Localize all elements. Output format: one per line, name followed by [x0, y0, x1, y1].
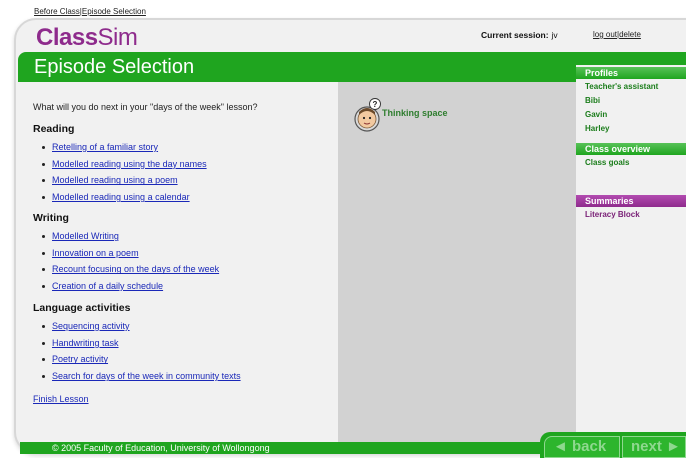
- sidebar-item-literacy-block[interactable]: Literacy Block: [585, 210, 640, 220]
- account-links: log out|delete: [593, 30, 641, 39]
- list-item: Innovation on a poem: [42, 247, 219, 264]
- section-heading-language: Language activities: [33, 302, 131, 314]
- episode-link-recount[interactable]: Recount focusing on the days of the week: [52, 264, 219, 274]
- sidebar-item-bibi[interactable]: Bibi: [585, 96, 600, 106]
- sidebar-heading-summaries: Summaries: [576, 195, 686, 207]
- episode-link-poetry[interactable]: Poetry activity: [52, 354, 108, 364]
- list-item: Modelled reading using a calendar: [42, 191, 207, 208]
- list-item: Sequencing activity: [42, 320, 241, 337]
- current-session: Current session: jv: [481, 30, 558, 40]
- delete-link[interactable]: delete: [619, 30, 641, 39]
- next-button[interactable]: next ►: [622, 436, 686, 458]
- episode-link-community-texts[interactable]: Search for days of the week in community…: [52, 371, 241, 381]
- sidebar-heading-class-overview: Class overview: [576, 143, 686, 155]
- episode-link-modelled-writing[interactable]: Modelled Writing: [52, 231, 119, 241]
- svg-text:?: ?: [373, 100, 378, 109]
- episode-link-poem-reading[interactable]: Modelled reading using a poem: [52, 175, 178, 185]
- sidebar-item-teachers-assistant[interactable]: Teacher's assistant: [585, 82, 658, 92]
- episode-link-daily-schedule[interactable]: Creation of a daily schedule: [52, 281, 163, 291]
- finish-lesson-link[interactable]: Finish Lesson: [33, 394, 89, 404]
- session-value: jv: [551, 30, 558, 40]
- list-item: Retelling of a familiar story: [42, 141, 207, 158]
- logo-light: Sim: [97, 24, 138, 51]
- logo-bold: Class: [36, 24, 98, 51]
- section-heading-writing: Writing: [33, 212, 69, 224]
- episode-content-panel: What will you do next in your "days of t…: [20, 82, 338, 442]
- nav-buttons: ◄ back next ►: [540, 432, 686, 458]
- reading-list: Retelling of a familiar story Modelled r…: [42, 141, 207, 208]
- copyright-text: © 2005 Faculty of Education, University …: [52, 443, 270, 453]
- logout-link[interactable]: log out: [593, 30, 617, 39]
- thinking-face-icon[interactable]: ?: [354, 98, 384, 134]
- list-item: Recount focusing on the days of the week: [42, 263, 219, 280]
- list-item: Modelled reading using a poem: [42, 174, 207, 191]
- sidebar-item-class-goals[interactable]: Class goals: [585, 158, 629, 168]
- sidebar: Profiles Teacher's assistant Bibi Gavin …: [576, 65, 686, 442]
- thinking-space-label[interactable]: Thinking space: [382, 108, 448, 118]
- page-title: Episode Selection: [34, 56, 195, 78]
- thinking-space-panel: ? Thinking space: [338, 82, 576, 442]
- episode-link-innovation-poem[interactable]: Innovation on a poem: [52, 248, 139, 258]
- episode-link-day-names[interactable]: Modelled reading using the day names: [52, 159, 207, 169]
- language-list: Sequencing activity Handwriting task Poe…: [42, 320, 241, 387]
- list-item: Modelled reading using the day names: [42, 158, 207, 175]
- back-button[interactable]: ◄ back: [544, 436, 620, 458]
- episode-link-sequencing[interactable]: Sequencing activity: [52, 321, 130, 331]
- list-item: Poetry activity: [42, 353, 241, 370]
- sidebar-item-harley[interactable]: Harley: [585, 124, 609, 134]
- breadcrumb-before-class[interactable]: Before Class: [34, 7, 80, 16]
- breadcrumb: Before Class|Episode Selection: [34, 7, 146, 16]
- writing-list: Modelled Writing Innovation on a poem Re…: [42, 230, 219, 297]
- section-heading-reading: Reading: [33, 123, 75, 135]
- list-item: Search for days of the week in community…: [42, 370, 241, 387]
- classsim-logo: ClassSim: [36, 24, 138, 52]
- episode-link-retelling[interactable]: Retelling of a familiar story: [52, 142, 158, 152]
- episode-link-calendar[interactable]: Modelled reading using a calendar: [52, 192, 190, 202]
- lesson-prompt: What will you do next in your "days of t…: [33, 102, 258, 112]
- list-item: Creation of a daily schedule: [42, 280, 219, 297]
- episode-link-handwriting[interactable]: Handwriting task: [52, 338, 119, 348]
- list-item: Handwriting task: [42, 337, 241, 354]
- breadcrumb-episode-selection[interactable]: Episode Selection: [82, 7, 146, 16]
- session-label: Current session:: [481, 30, 549, 40]
- sidebar-item-gavin[interactable]: Gavin: [585, 110, 607, 120]
- list-item: Modelled Writing: [42, 230, 219, 247]
- sidebar-heading-profiles: Profiles: [576, 67, 686, 79]
